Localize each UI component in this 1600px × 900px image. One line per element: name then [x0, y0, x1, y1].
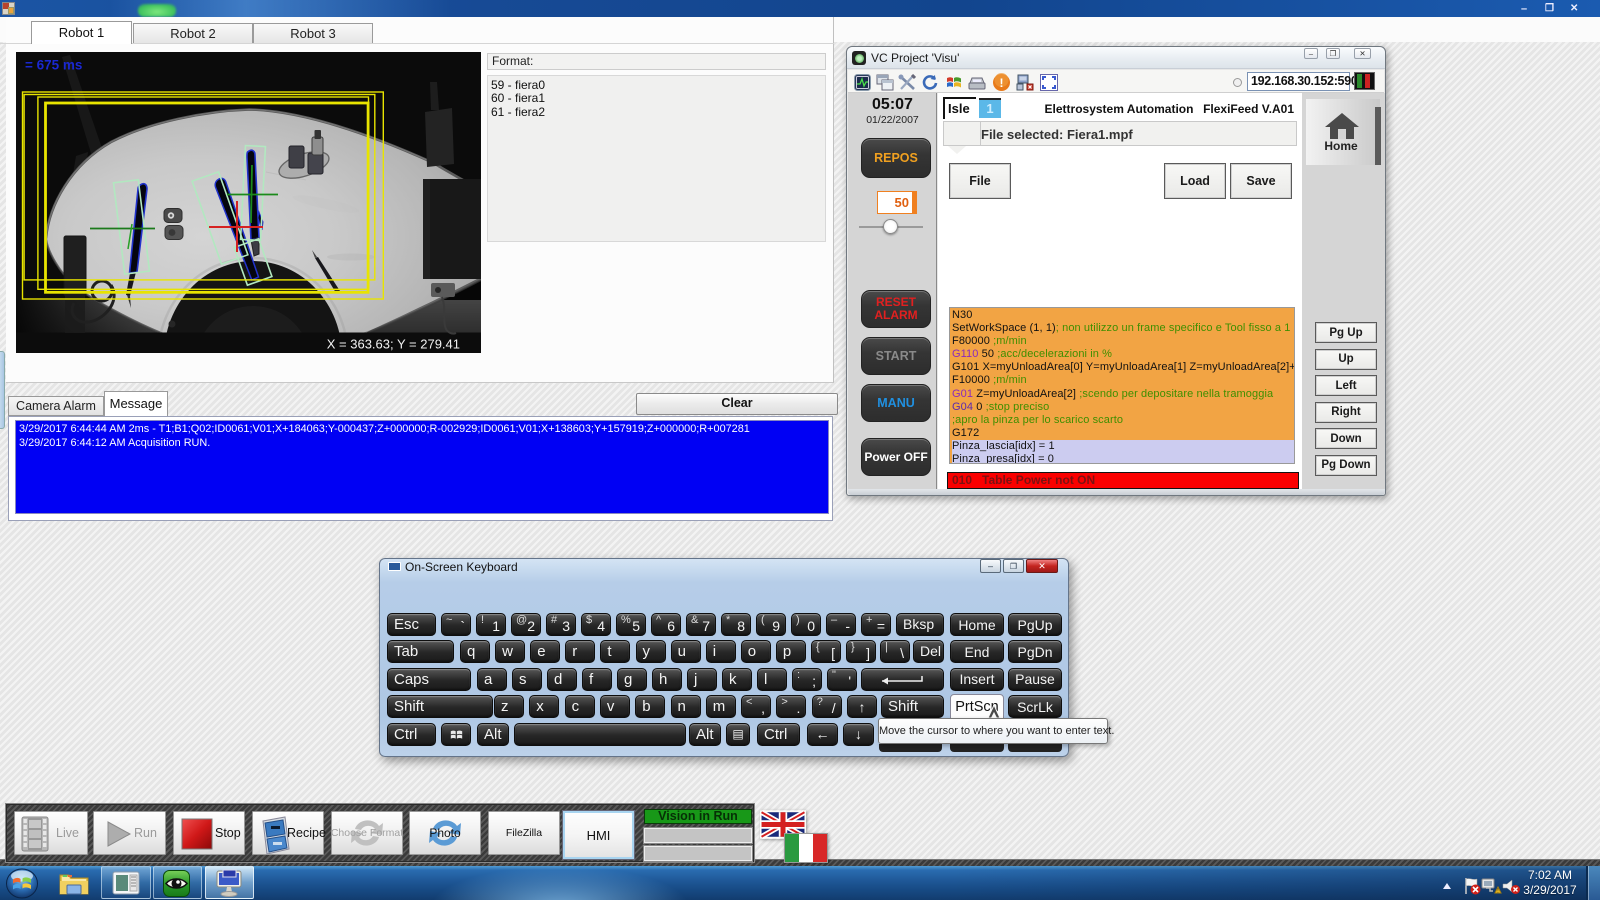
- svg-text:X = 363.63; Y = 279.41: X = 363.63; Y = 279.41: [327, 336, 460, 351]
- svg-text:!: !: [1000, 76, 1004, 90]
- svg-text:= 675 ms: = 675 ms: [25, 57, 82, 72]
